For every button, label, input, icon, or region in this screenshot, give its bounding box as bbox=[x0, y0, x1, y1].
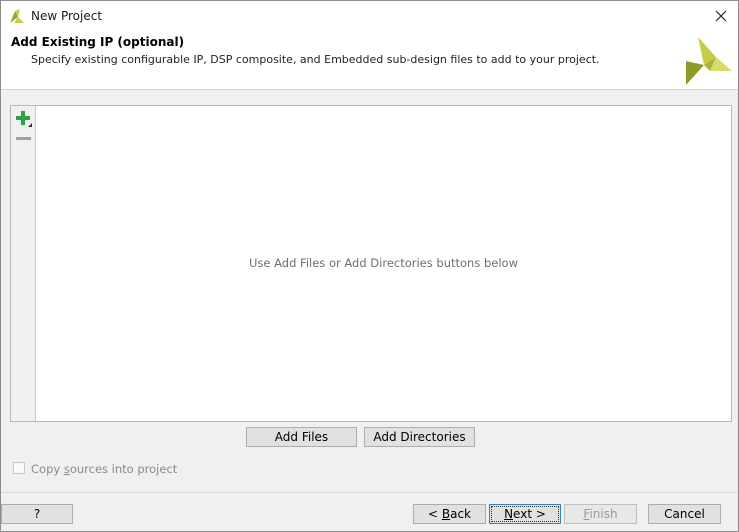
list-toolbar bbox=[11, 106, 36, 421]
add-plus-icon[interactable] bbox=[15, 110, 33, 128]
title-bar: New Project bbox=[1, 1, 738, 31]
vivado-app-icon bbox=[10, 9, 24, 23]
window-title: New Project bbox=[31, 9, 103, 23]
new-project-dialog: New Project Add Existing IP (optional) S… bbox=[0, 0, 739, 532]
finish-button[interactable]: Finish bbox=[564, 504, 637, 524]
xilinx-logo-icon bbox=[686, 37, 732, 85]
cancel-button[interactable]: Cancel bbox=[648, 504, 721, 524]
page-title: Add Existing IP (optional) bbox=[11, 35, 185, 49]
help-button[interactable]: ? bbox=[1, 504, 73, 524]
page-header: Add Existing IP (optional) Specify exist… bbox=[1, 31, 738, 90]
footer-separator bbox=[1, 492, 738, 493]
page-subtitle: Specify existing configurable IP, DSP co… bbox=[31, 53, 600, 66]
close-icon bbox=[715, 10, 727, 22]
copy-sources-label: Copy sources into project bbox=[31, 462, 178, 476]
copy-sources-checkbox[interactable] bbox=[13, 462, 25, 474]
close-button[interactable] bbox=[710, 5, 732, 27]
next-button[interactable]: Next > bbox=[489, 504, 561, 524]
back-button[interactable]: < Back bbox=[413, 504, 486, 524]
empty-list-message: Use Add Files or Add Directories buttons… bbox=[249, 256, 518, 270]
remove-minus-icon[interactable] bbox=[16, 134, 32, 144]
add-directories-button[interactable]: Add Directories bbox=[364, 427, 475, 447]
add-files-button[interactable]: Add Files bbox=[246, 427, 357, 447]
ip-file-list[interactable]: Use Add Files or Add Directories buttons… bbox=[10, 105, 732, 422]
